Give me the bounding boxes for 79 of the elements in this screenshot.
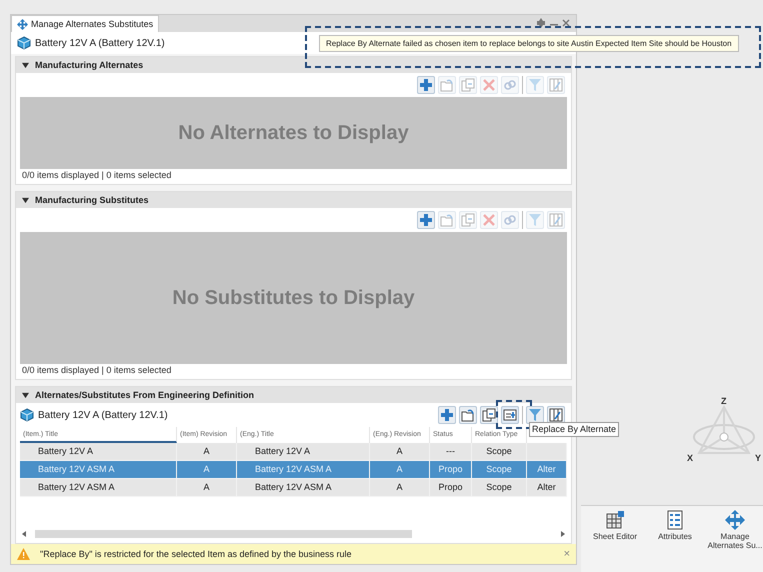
columns-icon bbox=[549, 78, 563, 92]
table-cell: A bbox=[370, 461, 430, 478]
table-cell: A bbox=[177, 479, 237, 496]
delete-icon bbox=[482, 78, 496, 92]
link-icon bbox=[503, 213, 517, 227]
table-row[interactable]: Battery 12V ASM A A Battery 12V ASM A A Propo Scope Alter bbox=[20, 479, 567, 497]
table-cell: Scope bbox=[472, 443, 527, 460]
table-cell: Alter bbox=[527, 461, 567, 478]
folder-arrow-icon bbox=[440, 213, 454, 227]
panel-tab[interactable]: Manage Alternates Substitutes bbox=[11, 15, 160, 32]
folder-arrow-icon bbox=[440, 78, 454, 92]
status-text: 0/0 items displayed | 0 items selected bbox=[21, 364, 172, 377]
table-cell: Scope bbox=[472, 461, 527, 478]
plus-icon bbox=[419, 78, 433, 92]
copy-button[interactable] bbox=[480, 406, 498, 424]
section-header[interactable]: Alternates/Substitutes From Engineering Definition bbox=[16, 387, 571, 403]
table-row[interactable]: Battery 12V A A Battery 12V A A --- Scope bbox=[20, 443, 567, 461]
error-tooltip: Replace By Alternate failed as chosen item to replace belongs to site Austin Expected Item Site should be Houston bbox=[319, 35, 739, 52]
cross-arrows-icon bbox=[17, 18, 28, 30]
columns-icon bbox=[549, 213, 563, 227]
section-header[interactable]: Manufacturing Substitutes bbox=[16, 192, 571, 208]
documents-icon bbox=[482, 408, 496, 422]
table-cell: Propo bbox=[430, 479, 472, 496]
scrollbar-thumb[interactable] bbox=[35, 530, 412, 538]
documents-icon bbox=[461, 78, 475, 92]
delete-icon bbox=[482, 213, 496, 227]
status-text: 0/0 items displayed | 0 items selected bbox=[21, 169, 172, 182]
add-button[interactable] bbox=[417, 76, 435, 94]
filter-icon bbox=[528, 213, 542, 227]
table-cell: Battery 12V ASM A bbox=[237, 479, 370, 496]
plus-icon bbox=[419, 213, 433, 227]
empty-message: No Alternates to Display bbox=[178, 122, 409, 144]
add-button[interactable] bbox=[417, 211, 435, 229]
table-cell: A bbox=[370, 479, 430, 496]
filter-icon bbox=[528, 78, 542, 92]
item-title: Battery 12V A (Battery 12V.1) bbox=[38, 410, 168, 420]
table-cell: Alter bbox=[527, 479, 567, 496]
replace-button[interactable] bbox=[501, 406, 519, 424]
table-cell: Battery 12V ASM A bbox=[20, 479, 177, 496]
replace-icon bbox=[503, 408, 517, 422]
insert-button[interactable] bbox=[459, 406, 477, 424]
plus-icon bbox=[440, 408, 454, 422]
caret-down-icon bbox=[22, 392, 29, 398]
pin-icon[interactable] bbox=[536, 18, 546, 28]
table-cell: A bbox=[177, 461, 237, 478]
link-icon bbox=[503, 78, 517, 92]
command-button[interactable]: Manage Alternates Su... bbox=[707, 510, 763, 550]
table-cell: --- bbox=[430, 443, 472, 460]
list-icon bbox=[665, 510, 685, 530]
table-cell: A bbox=[370, 443, 430, 460]
table-cell: Battery 12V A bbox=[20, 443, 177, 460]
cube-icon bbox=[17, 36, 31, 50]
command-button[interactable]: Sheet Editor bbox=[587, 510, 643, 541]
folder-arrow-icon bbox=[461, 408, 475, 422]
caret-down-icon bbox=[22, 196, 29, 204]
caret-down-icon bbox=[22, 62, 29, 68]
spreadsheet-icon bbox=[605, 510, 625, 530]
table-cell: Scope bbox=[472, 479, 527, 496]
table-cell: Battery 12V ASM A bbox=[20, 461, 177, 478]
cross-arrows-icon bbox=[725, 510, 745, 530]
warning-icon bbox=[17, 548, 30, 560]
warning-text: "Replace By" is restricted for the selected Item as defined by the business rule bbox=[40, 549, 353, 559]
add-button[interactable] bbox=[438, 406, 456, 424]
empty-message: No Substitutes to Display bbox=[172, 286, 415, 310]
axis-triad-drawing[interactable]: Z X Y bbox=[679, 395, 763, 469]
tooltip: Replace By Alternate bbox=[529, 422, 620, 437]
item-title: Battery 12V A (Battery 12V.1) bbox=[35, 38, 165, 48]
close-icon[interactable] bbox=[562, 19, 570, 27]
cube-icon bbox=[20, 408, 34, 422]
section-header[interactable]: Manufacturing Alternates bbox=[16, 57, 571, 73]
scroll-right-icon[interactable] bbox=[560, 531, 565, 537]
table-cell: A bbox=[177, 443, 237, 460]
table-cell: Battery 12V A bbox=[237, 443, 370, 460]
documents-icon bbox=[461, 213, 475, 227]
table-cell: Propo bbox=[430, 461, 472, 478]
table-cell: Battery 12V ASM A bbox=[237, 461, 370, 478]
columns-icon bbox=[549, 408, 563, 422]
command-button[interactable]: Attributes bbox=[647, 510, 703, 541]
scroll-left-icon[interactable] bbox=[22, 531, 27, 537]
